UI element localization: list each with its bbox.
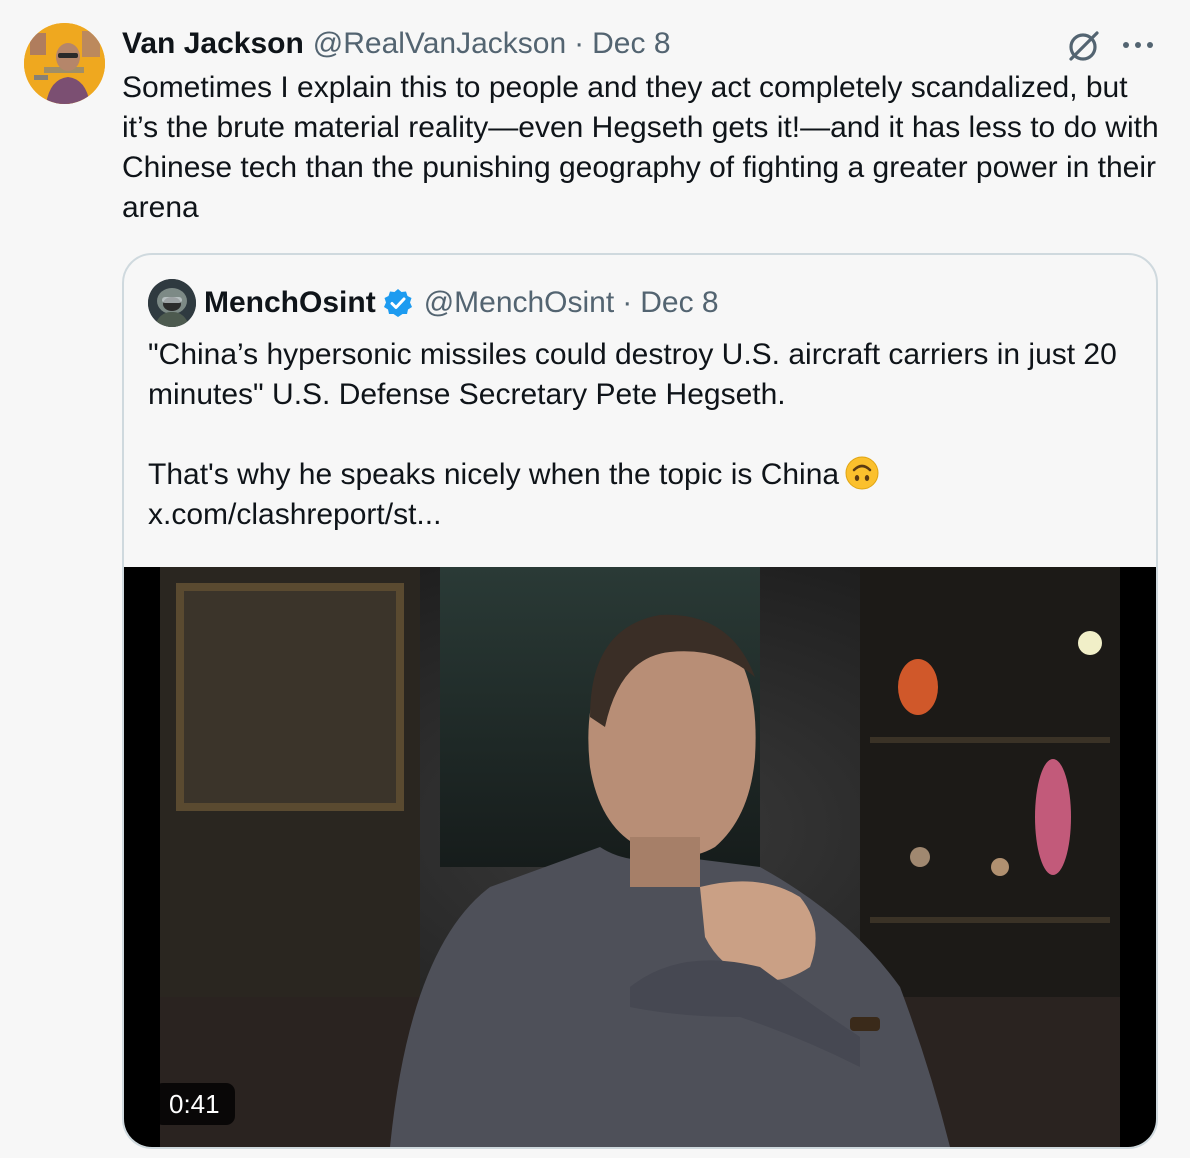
quoted-tweet-text: "China’s hypersonic missiles could destr…	[148, 335, 1138, 535]
quoted-tweet-header: MenchOsint @MenchOsint · Dec 8	[204, 283, 719, 323]
author-handle[interactable]: @RealVanJackson	[313, 27, 566, 61]
quoted-text-china-sentence: That's why he speaks nicely when the top…	[148, 458, 840, 491]
tweet-date[interactable]: Dec 8	[592, 27, 670, 61]
quoted-author-avatar[interactable]	[148, 279, 196, 327]
author-display-name[interactable]: Van Jackson	[122, 27, 304, 61]
quoted-author-display-name[interactable]: MenchOsint	[204, 286, 376, 320]
quoted-text-line: That's why he speaks nicely when the top…	[148, 455, 1138, 495]
grok-icon[interactable]	[1066, 28, 1102, 64]
tweet: Van Jackson @RealVanJackson · Dec 8 Some…	[0, 0, 1190, 1158]
quoted-tweet-date[interactable]: Dec 8	[640, 286, 718, 320]
more-options-icon[interactable]	[1120, 30, 1156, 60]
quoted-link[interactable]: x.com/clashreport/st...	[148, 495, 1138, 535]
quoted-tweet-card[interactable]: MenchOsint @MenchOsint · Dec 8 "China’s …	[122, 253, 1158, 1149]
tweet-text: Sometimes I explain this to people and t…	[122, 71, 1167, 224]
quoted-header-separator: ·	[622, 286, 633, 319]
author-avatar[interactable]	[24, 23, 105, 104]
quoted-author-handle[interactable]: @MenchOsint	[424, 286, 615, 320]
video-player[interactable]: 0:41	[124, 567, 1156, 1147]
video-duration-badge: 0:41	[154, 1083, 235, 1125]
upside-down-face-icon	[845, 456, 879, 490]
video-thumbnail	[160, 567, 1120, 1147]
quoted-text-blank-line	[148, 415, 1138, 455]
quoted-text-line: "China’s hypersonic missiles could destr…	[148, 338, 1117, 411]
verified-badge-icon	[382, 287, 414, 319]
tweet-header: Van Jackson @RealVanJackson · Dec 8	[122, 24, 671, 64]
header-separator: ·	[574, 27, 585, 60]
